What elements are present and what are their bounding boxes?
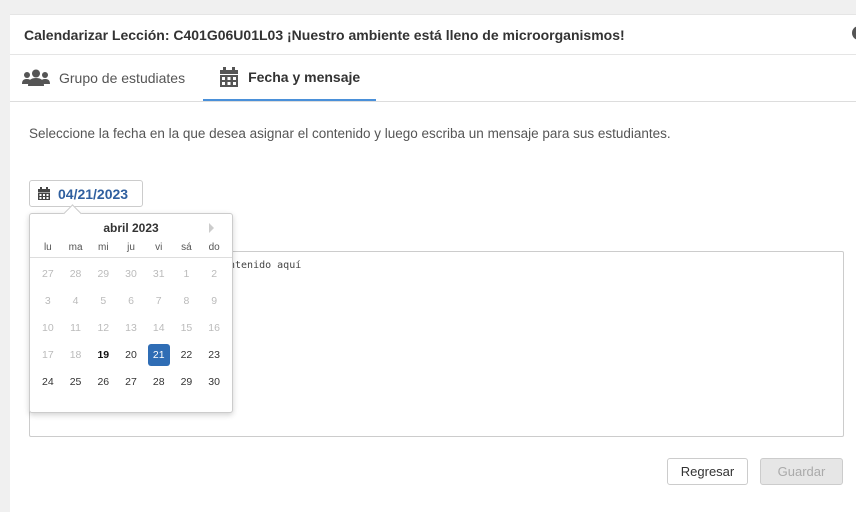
weekday-label: ju [127,242,135,253]
instruction-text: Seleccione la fecha en la que desea asig… [29,126,671,141]
weekday-label: ma [68,242,83,253]
tab-label: Fecha y mensaje [248,69,361,85]
day-cell[interactable]: 27 [117,371,145,393]
day-cell: 31 [152,268,165,280]
day-cell: 15 [180,322,193,334]
close-icon[interactable] [852,26,856,40]
day-cell[interactable]: 30 [200,371,228,393]
day-cell: 7 [155,295,162,307]
day-cell: 1 [183,268,190,280]
day-cell[interactable]: 23 [200,344,228,366]
day-cell-today[interactable]: 19 [89,344,117,366]
day-cell[interactable]: 20 [117,344,145,366]
day-cell[interactable]: 28 [145,371,173,393]
day-cell: 18 [69,349,82,361]
tab-label: Grupo de estudiates [59,70,186,86]
tab-date-message[interactable]: Fecha y mensaje [203,55,377,101]
datepicker-popup: abril 2023 lu ma mi ju vi sá do 27 28 29… [29,213,233,413]
day-cell: 13 [125,322,137,334]
day-cell: 29 [97,268,110,280]
modal-header: Calendarizar Lección: C401G06U01L03 ¡Nue… [10,15,856,55]
weekday-label: do [208,242,220,253]
day-cell: 5 [100,295,107,307]
message-placeholder: ntenido aquí [229,260,302,271]
day-cell: 28 [69,268,82,280]
day-cell: 14 [152,322,165,334]
day-cell: 17 [42,349,54,361]
day-cell[interactable]: 25 [62,371,90,393]
day-cell: 10 [42,322,54,334]
date-value: 04/21/2023 [58,185,129,202]
calendar-icon [219,67,239,87]
day-cell[interactable]: 22 [173,344,201,366]
day-cell: 8 [183,295,190,307]
day-grid: 27 28 29 30 31 1 2 3 4 5 6 7 8 9 10 11 1… [30,258,232,393]
day-cell: 12 [97,322,110,334]
save-button[interactable]: Guardar [760,458,843,485]
day-cell: 2 [211,268,218,280]
tab-student-group[interactable]: Grupo de estudiates [10,55,203,101]
calendar-icon [38,187,50,200]
weekday-row: lu ma mi ju vi sá do [30,242,232,258]
day-cell[interactable]: 24 [34,371,62,393]
date-picker-button[interactable]: 04/21/2023 [29,180,143,207]
day-cell: 27 [42,268,54,280]
users-icon [22,69,50,87]
day-cell[interactable]: 26 [89,371,117,393]
next-month-icon[interactable] [209,223,214,233]
day-cell-selected[interactable]: 21 [147,344,170,366]
day-cell: 30 [125,268,137,280]
day-cell: 3 [44,295,51,307]
weekday-label: mi [98,242,109,253]
day-cell[interactable]: 29 [173,371,201,393]
weekday-label: lu [43,242,52,253]
day-cell: 11 [70,322,82,334]
tab-bar: Grupo de estudiates Fecha y mensaje [10,55,856,102]
weekday-label: vi [155,242,163,253]
back-button[interactable]: Regresar [667,458,748,485]
weekday-label: sá [181,242,192,253]
day-cell: 16 [208,322,220,334]
day-cell: 4 [72,295,79,307]
datepicker-header: abril 2023 [30,214,232,242]
datepicker-month-label: abril 2023 [103,221,159,235]
day-cell: 9 [211,295,218,307]
day-cell: 6 [128,295,134,307]
modal-title: Calendarizar Lección: C401G06U01L03 ¡Nue… [24,26,625,43]
